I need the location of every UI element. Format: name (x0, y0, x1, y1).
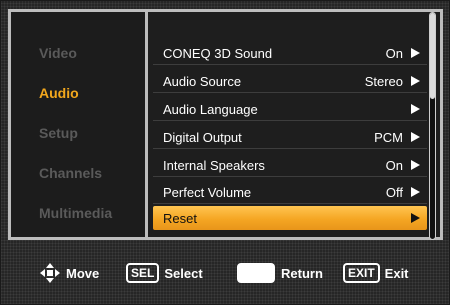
sidebar-item-channels[interactable]: Channels (39, 165, 102, 181)
hint-exit-label: Exit (384, 265, 409, 281)
row-value: On (385, 46, 403, 61)
hint-move: Move (39, 262, 99, 284)
button-hint-bar: Move SEL Select Return EXIT Exit (1, 243, 450, 305)
hint-move-label: Move (66, 265, 100, 281)
hint-select: SEL Select (126, 262, 203, 284)
row-label: Perfect Volume (163, 185, 252, 200)
sel-key: SEL (126, 263, 160, 283)
right-triangle-icon (411, 187, 420, 197)
row-label: Reset (163, 211, 197, 226)
hint-exit: EXIT Exit (343, 262, 409, 284)
menu-row-coneq-3d-sound[interactable]: CONEQ 3D Sound On (153, 41, 427, 65)
row-label: Audio Source (163, 74, 242, 89)
row-label: Digital Output (163, 130, 242, 145)
row-value: Off (385, 185, 403, 200)
row-label: Internal Speakers (163, 158, 265, 173)
right-triangle-icon (411, 160, 420, 170)
row-value: On (385, 158, 403, 173)
right-triangle-icon (411, 213, 420, 223)
menu-row-audio-source[interactable]: Audio Source Stereo (153, 69, 427, 93)
right-triangle-icon (411, 132, 420, 142)
right-triangle-icon (411, 104, 420, 114)
menu-row-audio-language[interactable]: Audio Language (153, 97, 427, 121)
menu-row-reset[interactable]: Reset (153, 206, 427, 230)
row-label: Audio Language (163, 102, 258, 117)
sidebar-item-multimedia[interactable]: Multimedia (39, 205, 112, 221)
hint-return: Return (237, 262, 323, 284)
hint-select-label: Select (164, 265, 203, 281)
sidebar-item-video[interactable]: Video (39, 45, 77, 61)
hint-return-label: Return (281, 265, 323, 281)
dpad-icon (40, 263, 60, 283)
right-triangle-icon (411, 76, 420, 86)
scrollbar-thumb[interactable] (430, 13, 435, 99)
menu-frame: Video Audio Setup Channels Multimedia CO… (8, 9, 443, 240)
category-sidebar: Video Audio Setup Channels Multimedia (11, 12, 148, 237)
sidebar-item-setup[interactable]: Setup (39, 125, 78, 141)
row-label: CONEQ 3D Sound (163, 46, 273, 61)
return-key-icon (237, 263, 275, 283)
exit-key: EXIT (343, 263, 380, 283)
sidebar-item-audio[interactable]: Audio (39, 85, 79, 101)
right-triangle-icon (411, 48, 420, 58)
audio-settings-menu: CONEQ 3D Sound On Audio Source Stereo Au… (148, 12, 440, 240)
menu-scrollbar[interactable] (429, 12, 436, 240)
menu-row-internal-speakers[interactable]: Internal Speakers On (153, 153, 427, 177)
tv-menu-screen: Video Audio Setup Channels Multimedia CO… (0, 0, 450, 305)
row-value: PCM (374, 130, 403, 145)
row-value: Stereo (364, 74, 403, 89)
menu-row-perfect-volume[interactable]: Perfect Volume Off (153, 180, 427, 204)
menu-row-digital-output[interactable]: Digital Output PCM (153, 125, 427, 149)
